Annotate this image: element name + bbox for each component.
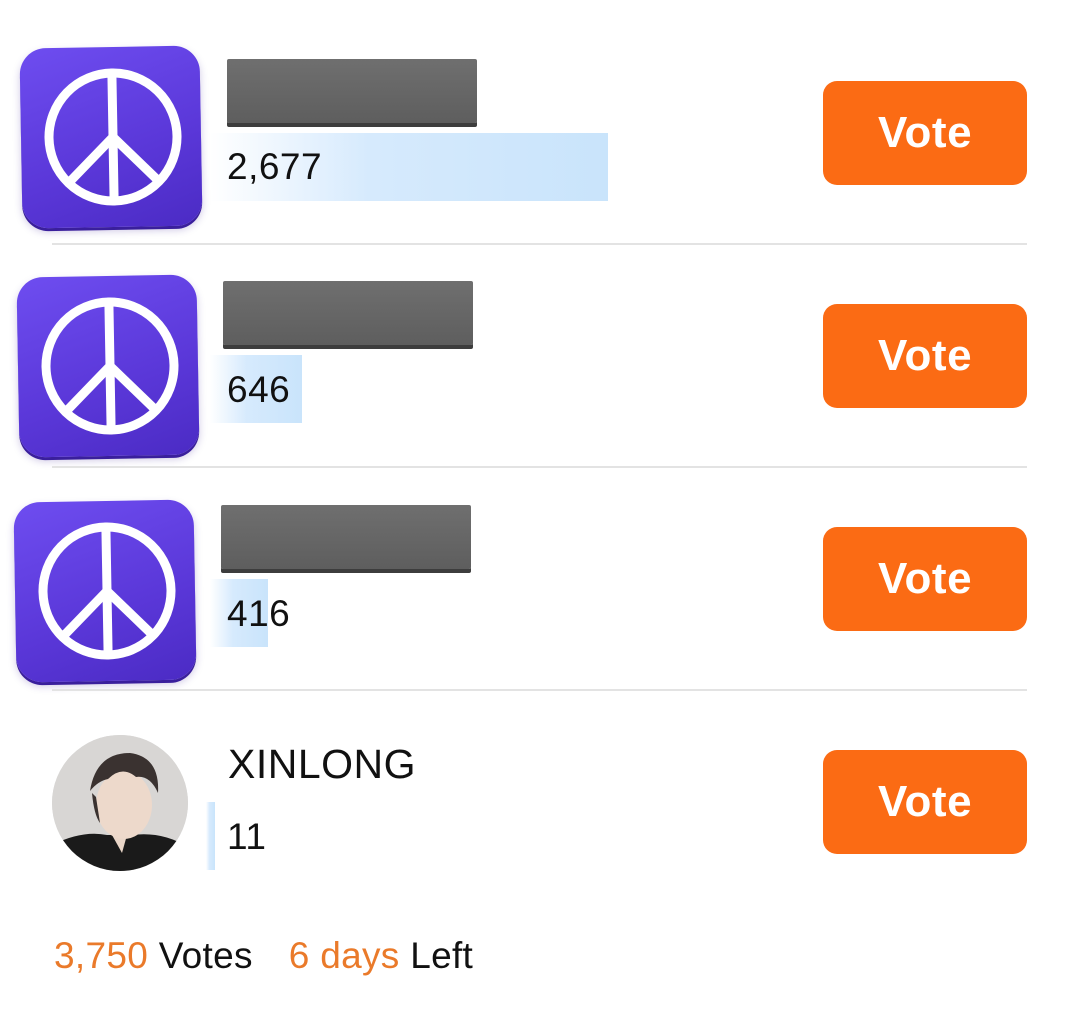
candidate-row: XINLONG 11 Vote <box>0 0 1079 871</box>
row-divider <box>52 243 1027 245</box>
total-votes: 3,750 <box>54 935 149 976</box>
days-left: 6 days <box>288 935 400 976</box>
peace-icon <box>13 499 197 683</box>
vote-count: 646 <box>227 369 291 410</box>
poll-summary: 3,750 Votes 6 days Left <box>54 935 473 977</box>
peace-icon <box>16 274 200 458</box>
vote-share-bar <box>206 802 215 870</box>
votes-label: Votes <box>158 935 253 976</box>
row-divider <box>52 689 1027 691</box>
redacted-name <box>223 281 473 345</box>
redacted-name <box>221 505 471 569</box>
row-divider <box>52 466 1027 468</box>
vote-count: 416 <box>227 593 291 634</box>
avatar <box>52 735 188 871</box>
vote-button[interactable]: Vote <box>823 304 1027 408</box>
candidate-name: XINLONG <box>228 741 417 787</box>
vote-button[interactable]: Vote <box>823 750 1027 854</box>
vote-button[interactable]: Vote <box>823 527 1027 631</box>
left-label: Left <box>410 935 474 976</box>
vote-count: 11 <box>227 816 267 857</box>
